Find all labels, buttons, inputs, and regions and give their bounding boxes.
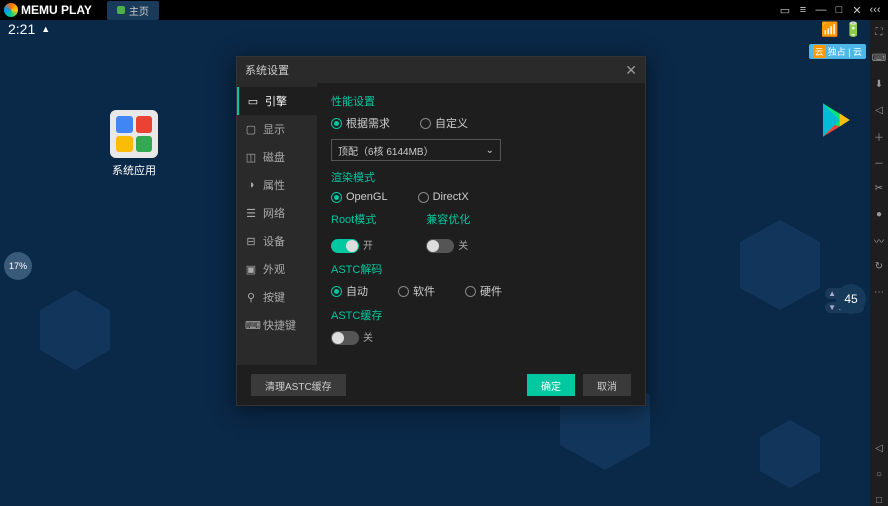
engine-icon: ▭ bbox=[247, 95, 259, 108]
rotate-icon[interactable]: ↻ bbox=[873, 260, 885, 272]
more-tools-icon[interactable]: ⋯ bbox=[873, 286, 885, 298]
properties-icon: ◑ bbox=[245, 179, 257, 191]
compat-toggle[interactable] bbox=[426, 239, 454, 253]
android-status-bar: 2:21 ▲ 📶 🔋 bbox=[0, 20, 870, 38]
cancel-button[interactable]: 取消 bbox=[583, 374, 631, 396]
tab-active-icon bbox=[117, 6, 125, 14]
nav-recent-icon[interactable]: □ bbox=[873, 494, 885, 506]
shake-icon[interactable]: 〰 bbox=[873, 234, 885, 246]
astc-decode-title: ASTC解码 bbox=[331, 261, 631, 277]
nav-keys[interactable]: ⚲按键 bbox=[237, 283, 317, 311]
appearance-icon: ▣ bbox=[245, 263, 257, 276]
nav-device[interactable]: ⊟设备 bbox=[237, 227, 317, 255]
volume-up-icon[interactable]: ＋ bbox=[873, 130, 885, 142]
perf-preset-radio[interactable]: 根据需求 bbox=[331, 115, 390, 131]
nav-back-icon[interactable]: ◁ bbox=[873, 442, 885, 454]
more-icon[interactable]: ‹‹‹ bbox=[866, 4, 884, 16]
dialog-close-icon[interactable]: ✕ bbox=[625, 62, 637, 79]
astc-hardware-radio[interactable]: 硬件 bbox=[465, 283, 502, 299]
settings-nav: ▭引擎 ▢显示 ◫磁盘 ◑属性 ☰网络 ⊟设备 ▣外观 ⚲按键 ⌨快捷键 bbox=[237, 83, 317, 365]
perf-section-title: 性能设置 bbox=[331, 93, 631, 109]
logo-icon bbox=[4, 3, 18, 17]
play-store-icon[interactable] bbox=[818, 100, 858, 140]
install-apk-icon[interactable]: ⬇ bbox=[873, 78, 885, 90]
close-icon[interactable]: ✕ bbox=[848, 4, 866, 17]
display-icon: ▢ bbox=[245, 123, 257, 136]
ok-button[interactable]: 确定 bbox=[527, 374, 575, 396]
nav-home-icon[interactable]: ○ bbox=[873, 468, 885, 480]
volume-down-icon[interactable]: － bbox=[873, 156, 885, 168]
render-section-title: 渲染模式 bbox=[331, 169, 631, 185]
nav-shortcuts[interactable]: ⌨快捷键 bbox=[237, 311, 317, 339]
settings-dialog: 系统设置 ✕ ▭引擎 ▢显示 ◫磁盘 ◑属性 ☰网络 ⊟设备 ▣外观 ⚲按键 ⌨… bbox=[236, 56, 646, 406]
app-folder-icon bbox=[110, 110, 158, 158]
wifi-icon: 📶 bbox=[821, 21, 838, 38]
root-section-title: Root模式 bbox=[331, 211, 376, 227]
status-time: 2:21 bbox=[8, 21, 35, 37]
app-label: 系统应用 bbox=[110, 162, 158, 178]
fps-badge[interactable]: 45 bbox=[836, 284, 866, 314]
status-sim-icon: ▲ bbox=[41, 24, 50, 34]
location-icon[interactable]: ◁ bbox=[873, 104, 885, 116]
keys-icon: ⚲ bbox=[245, 291, 257, 304]
record-icon[interactable]: ● bbox=[873, 208, 885, 220]
battery-badge[interactable]: 17% bbox=[4, 252, 32, 280]
desktop-app-system[interactable]: 系统应用 bbox=[110, 110, 158, 178]
astc-software-radio[interactable]: 软件 bbox=[398, 283, 435, 299]
dialog-title: 系统设置 bbox=[245, 62, 289, 78]
root-toggle[interactable] bbox=[331, 239, 359, 253]
astc-cache-title: ASTC缓存 bbox=[331, 307, 631, 323]
dialog-header: 系统设置 ✕ bbox=[237, 57, 645, 83]
settings-content: 性能设置 根据需求 自定义 顶配（6核 6144MB）⌄ 渲染模式 OpenGL… bbox=[317, 83, 645, 365]
multi-instance-icon[interactable]: ▭ bbox=[776, 4, 794, 17]
chevron-down-icon: ⌄ bbox=[486, 145, 494, 156]
screenshot-icon[interactable]: ✂ bbox=[873, 182, 885, 194]
render-opengl-radio[interactable]: OpenGL bbox=[331, 191, 388, 203]
minimize-icon[interactable]: — bbox=[812, 4, 830, 16]
perf-preset-select[interactable]: 顶配（6核 6144MB）⌄ bbox=[331, 139, 501, 161]
app-logo: MEMU PLAY bbox=[4, 3, 92, 17]
nav-display[interactable]: ▢显示 bbox=[237, 115, 317, 143]
fullscreen-icon[interactable]: ⛶ bbox=[873, 26, 885, 38]
network-icon: ☰ bbox=[245, 207, 257, 220]
menu-icon[interactable]: ≡ bbox=[794, 4, 812, 16]
maximize-icon[interactable]: □ bbox=[830, 4, 848, 16]
cloud-badge[interactable]: 云 独占 | 云 bbox=[809, 44, 866, 59]
device-icon: ⊟ bbox=[245, 235, 257, 248]
nav-network[interactable]: ☰网络 bbox=[237, 199, 317, 227]
dialog-footer: 清理ASTC缓存 确定 取消 bbox=[237, 365, 645, 405]
emulator-toolbar: ⛶ ⌨ ⬇ ◁ ＋ － ✂ ● 〰 ↻ ⋯ ◁ ○ □ bbox=[870, 20, 888, 506]
nav-disk[interactable]: ◫磁盘 bbox=[237, 143, 317, 171]
render-directx-radio[interactable]: DirectX bbox=[418, 191, 469, 203]
tab-label: 主页 bbox=[129, 3, 149, 18]
nav-engine[interactable]: ▭引擎 bbox=[237, 87, 317, 115]
nav-properties[interactable]: ◑属性 bbox=[237, 171, 317, 199]
astc-auto-radio[interactable]: 自动 bbox=[331, 283, 368, 299]
cloud-badge-text: 独占 | 云 bbox=[828, 45, 862, 58]
nav-appearance[interactable]: ▣外观 bbox=[237, 255, 317, 283]
disk-icon: ◫ bbox=[245, 151, 257, 164]
tab-home[interactable]: 主页 bbox=[107, 1, 159, 20]
perf-custom-radio[interactable]: 自定义 bbox=[420, 115, 468, 131]
astc-cache-toggle[interactable] bbox=[331, 331, 359, 345]
cloud-icon: 云 bbox=[813, 45, 826, 58]
battery-icon: 🔋 bbox=[845, 21, 862, 38]
logo-text: MEMU PLAY bbox=[21, 3, 92, 17]
compat-section-title: 兼容优化 bbox=[426, 211, 470, 227]
shortcuts-icon: ⌨ bbox=[245, 319, 257, 332]
keymap-icon[interactable]: ⌨ bbox=[873, 52, 885, 64]
title-bar: MEMU PLAY 主页 ▭ ≡ — □ ✕ ‹‹‹ bbox=[0, 0, 888, 20]
clear-astc-button[interactable]: 清理ASTC缓存 bbox=[251, 374, 346, 396]
